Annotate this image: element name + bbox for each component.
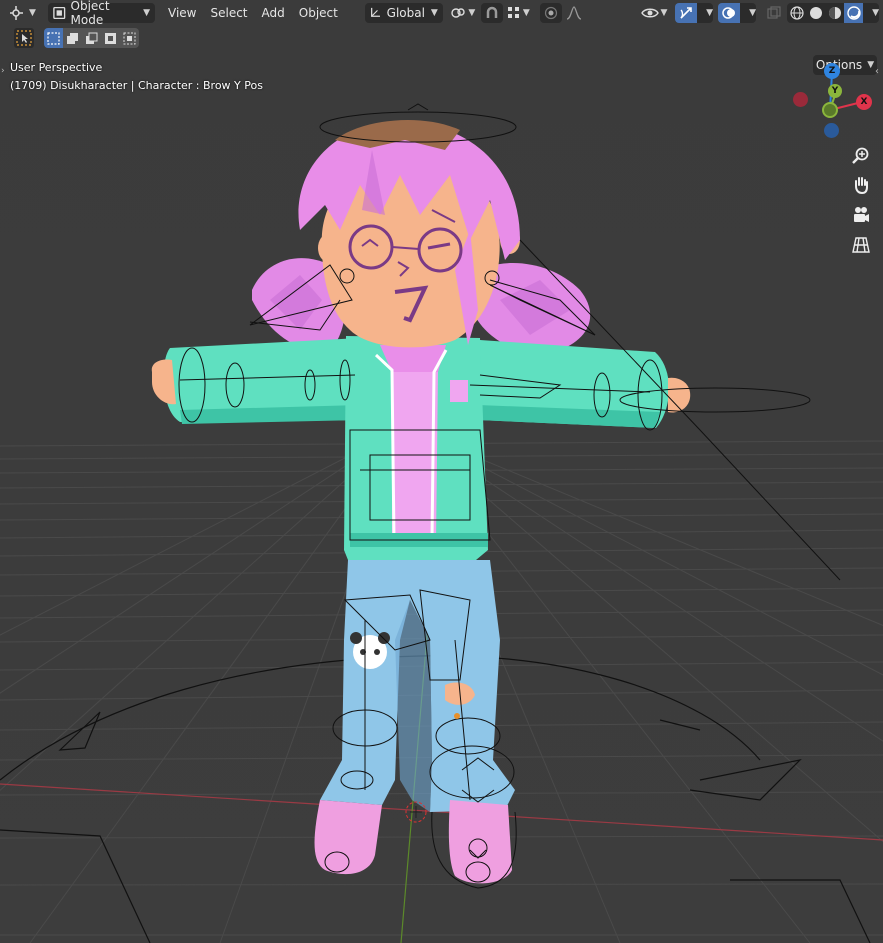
gizmo-neg-z-axis[interactable] <box>824 123 839 138</box>
chevron-down-icon: ▼ <box>143 7 150 18</box>
gizmo-y-axis[interactable]: Y <box>828 84 842 98</box>
toolbar-expand-arrow[interactable]: › <box>1 66 5 76</box>
overlay-options-button[interactable]: ▼ <box>740 2 756 23</box>
camera-view-icon <box>854 207 869 222</box>
active-tool-button[interactable] <box>14 28 34 48</box>
gizmo-icon <box>680 6 692 19</box>
zoom-icon <box>852 147 869 164</box>
chevron-down-icon: ▼ <box>872 7 879 18</box>
select-mode-invert[interactable] <box>101 28 120 48</box>
overlay-toggle-group: ▼ <box>718 2 756 23</box>
orientation-label: Global <box>386 5 425 20</box>
zoom-button[interactable] <box>849 144 873 168</box>
xray-icon <box>767 5 781 19</box>
rendered-shading-button[interactable] <box>844 2 863 23</box>
object-mode-icon <box>53 6 66 19</box>
select-mode-subtract[interactable] <box>82 28 101 48</box>
select-box-icon <box>16 30 32 46</box>
pan-hand-icon <box>855 177 868 194</box>
gizmo-toggle-group: ▼ <box>675 2 713 23</box>
menu-view[interactable]: View <box>161 3 203 23</box>
active-bone-marker <box>454 713 460 719</box>
orthographic-grid-icon <box>852 237 870 253</box>
camera-gizmo-icon <box>10 5 24 20</box>
orthographic-toggle-button[interactable] <box>849 233 873 257</box>
object-info-label: (1709) Disukharacter | Character : Brow … <box>10 79 263 92</box>
chevron-down-icon: ▼ <box>522 7 530 18</box>
editor-type-button[interactable]: ▼ <box>6 3 40 23</box>
camera-view-button[interactable] <box>849 203 873 227</box>
3d-viewport[interactable]: ▼ Object Mode ▼ View Select Add Object G… <box>0 0 883 943</box>
select-mode-extend[interactable] <box>63 28 82 48</box>
transform-orientation-dropdown[interactable]: Global ▼ <box>364 2 443 23</box>
rendered-shading-icon <box>846 5 861 20</box>
mode-label: Object Mode <box>70 0 110 27</box>
global-orientation-icon <box>370 7 380 17</box>
select-subtract-icon <box>86 32 98 44</box>
chevron-down-icon: ▼ <box>749 7 756 18</box>
chevron-down-icon: ▼ <box>29 7 36 18</box>
chevron-down-icon: ▼ <box>468 7 476 18</box>
gizmo-neg-x-axis[interactable] <box>793 92 808 107</box>
falloff-button[interactable] <box>562 3 586 23</box>
transform-pivot-icon <box>451 7 466 18</box>
snap-icon <box>486 6 498 18</box>
select-mode-group <box>44 28 139 48</box>
wireframe-shading-button[interactable] <box>787 2 806 23</box>
snap-grid-icon <box>507 6 519 18</box>
select-mode-new[interactable] <box>44 28 63 48</box>
select-new-icon <box>47 31 60 45</box>
navigation-gizmo[interactable]: Z X Y <box>790 60 880 140</box>
visibility-icon <box>640 8 659 17</box>
xray-toggle[interactable] <box>764 3 784 23</box>
material-shading-icon <box>828 6 841 19</box>
solid-shading-button[interactable] <box>806 2 825 23</box>
tool-settings-row: Options ▼ <box>0 27 883 75</box>
shading-mode-group: ▼ <box>787 2 879 23</box>
wireframe-shading-icon <box>789 5 804 20</box>
menu-select[interactable]: Select <box>203 3 254 23</box>
viewport-header: ▼ Object Mode ▼ View Select Add Object G… <box>0 0 883 27</box>
snap-target-button[interactable]: ▼ <box>503 3 535 23</box>
solid-shading-icon <box>809 6 822 19</box>
pan-button[interactable] <box>849 173 873 197</box>
material-shading-button[interactable] <box>825 2 844 23</box>
gizmo-toggle[interactable] <box>675 2 697 23</box>
proportional-edit-icon <box>544 6 557 19</box>
visibility-dropdown[interactable]: ▼ <box>638 3 670 23</box>
gizmo-z-axis[interactable]: Z <box>824 63 840 79</box>
select-extend-icon <box>67 32 78 44</box>
menu-add[interactable]: Add <box>255 3 292 23</box>
gizmo-options-button[interactable]: ▼ <box>697 2 713 23</box>
overlay-icon <box>722 6 735 19</box>
overlay-toggle[interactable] <box>718 2 740 23</box>
scene-canvas[interactable] <box>0 0 883 943</box>
select-mode-intersect[interactable] <box>120 28 139 48</box>
select-invert-icon <box>105 32 116 44</box>
gizmo-neg-y-axis[interactable] <box>822 102 838 118</box>
perspective-label: User Perspective <box>10 61 103 74</box>
snap-toggle[interactable] <box>480 2 503 23</box>
mode-dropdown[interactable]: Object Mode ▼ <box>48 0 155 27</box>
pivot-point-button[interactable]: ▼ <box>447 3 479 23</box>
chevron-down-icon: ▼ <box>706 7 713 18</box>
gizmo-x-axis[interactable]: X <box>856 94 872 110</box>
shading-options-button[interactable]: ▼ <box>863 2 879 23</box>
menu-object[interactable]: Object <box>292 3 345 23</box>
chevron-down-icon: ▼ <box>660 7 668 18</box>
chevron-down-icon: ▼ <box>430 7 438 18</box>
proportional-edit-toggle[interactable] <box>539 2 562 23</box>
select-intersect-icon <box>123 32 136 44</box>
falloff-curve-icon <box>566 5 582 20</box>
